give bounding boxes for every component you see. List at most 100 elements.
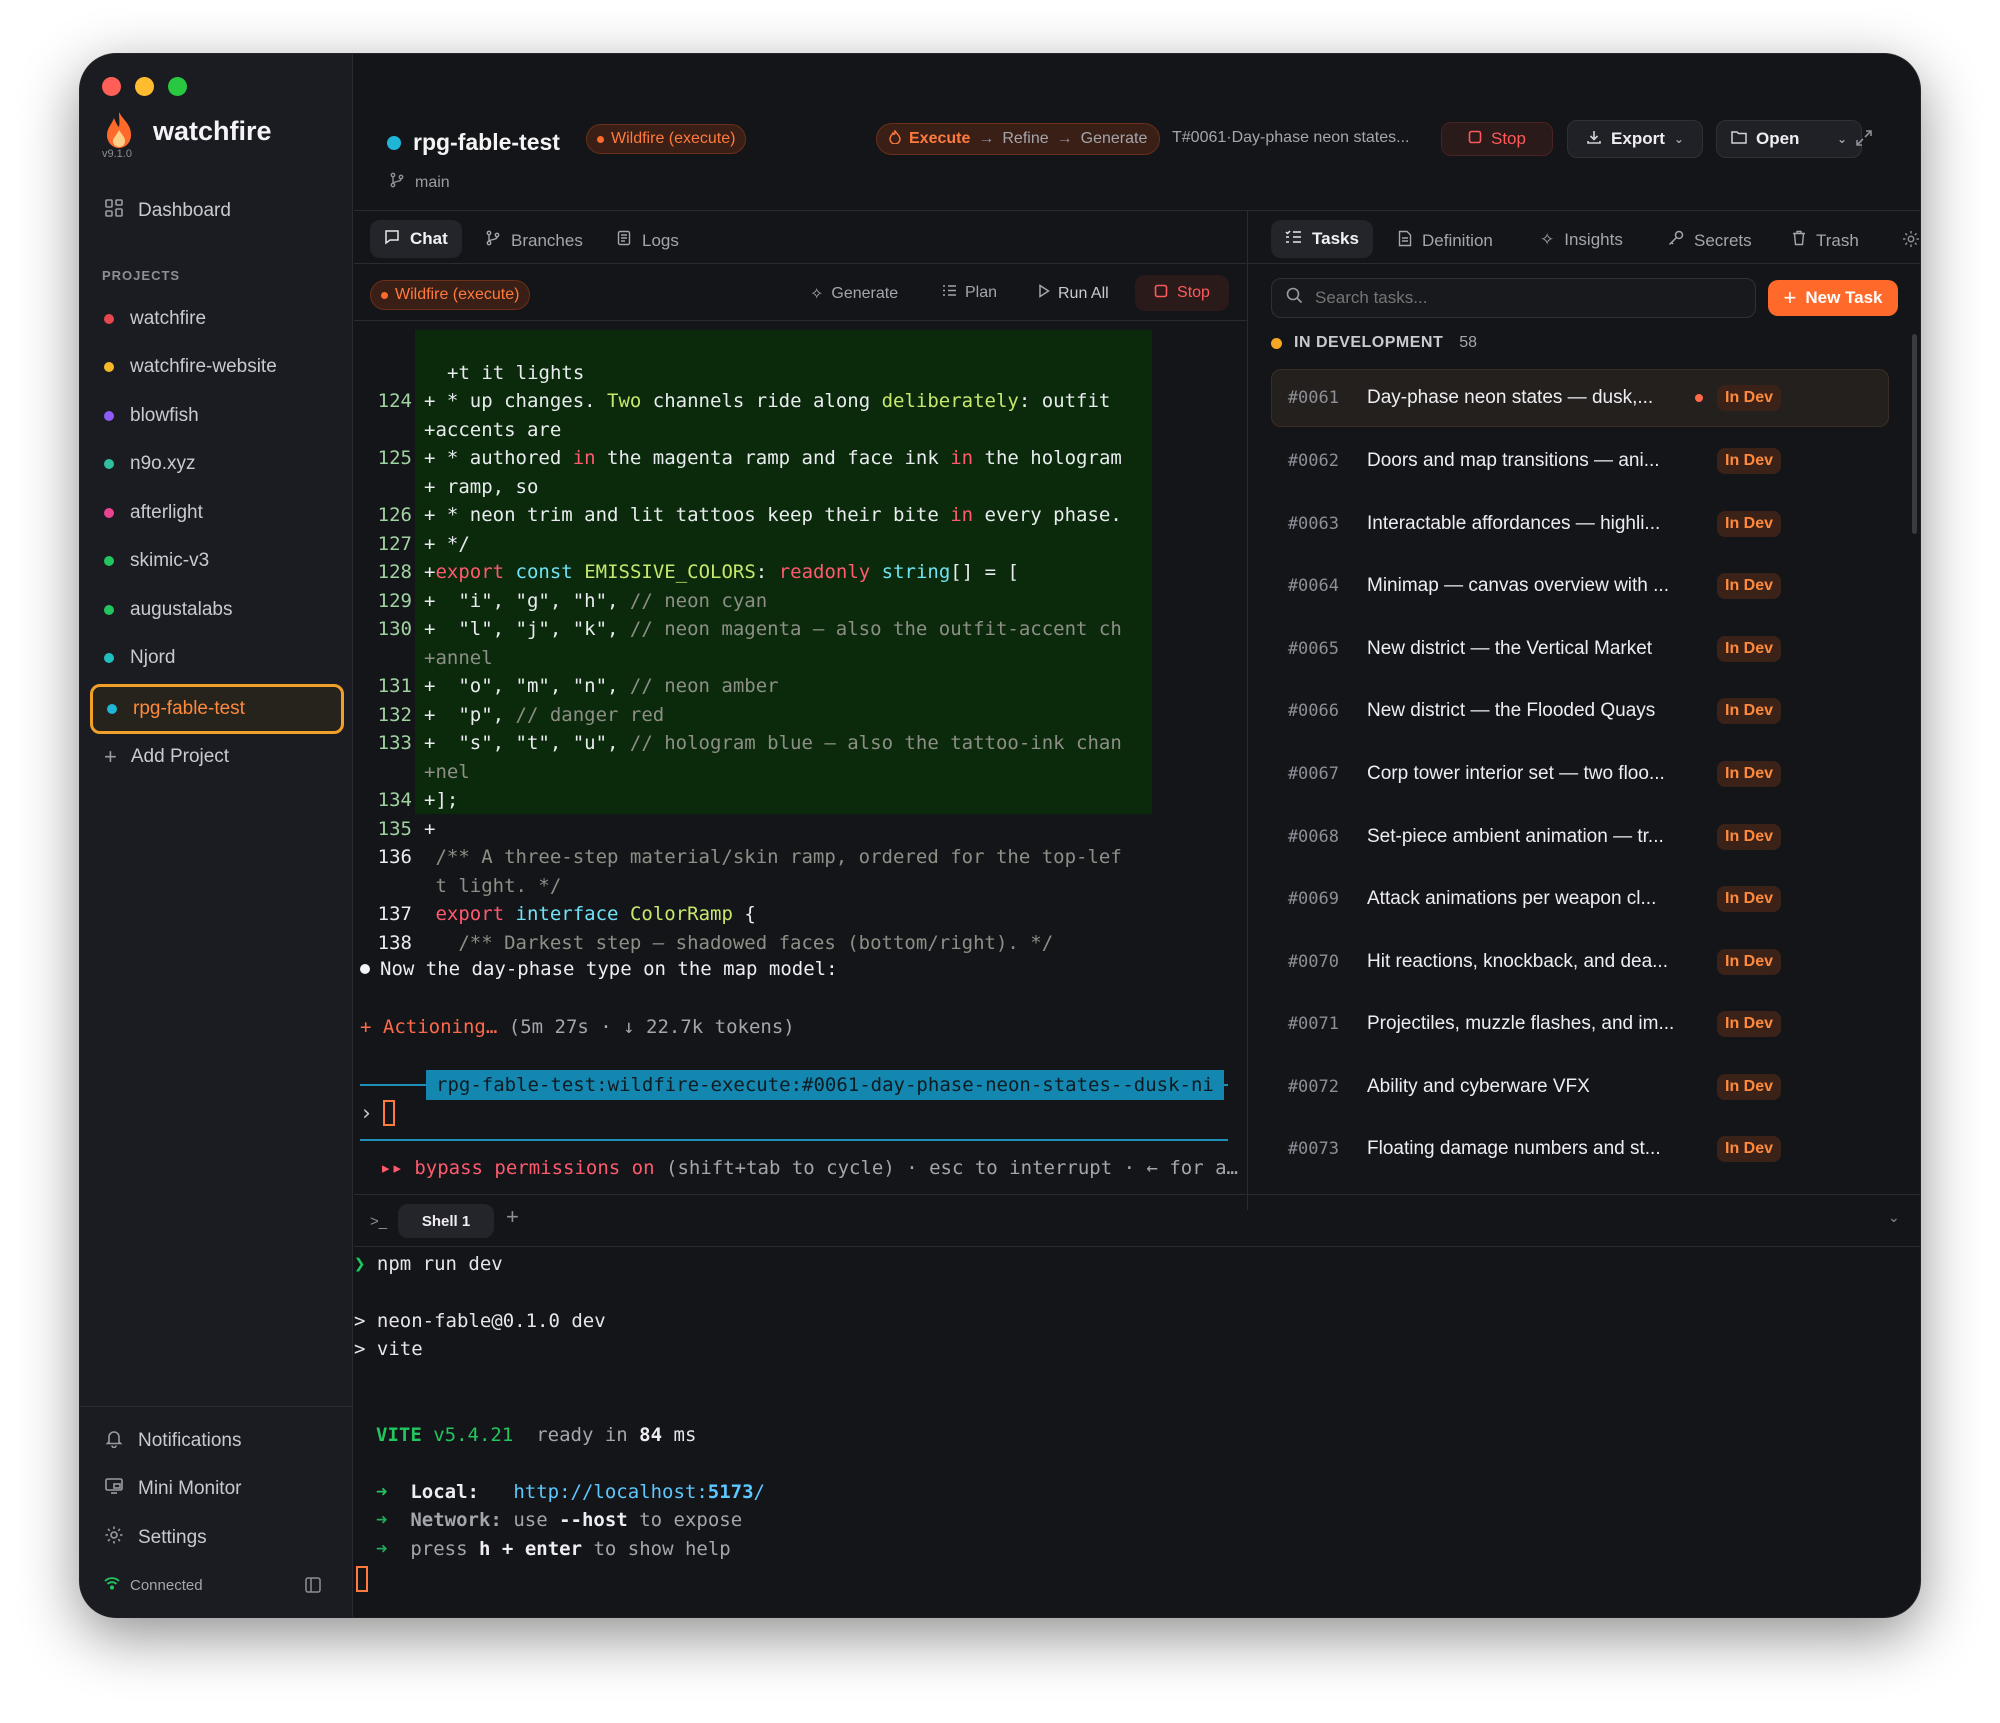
task-list-icon [1285, 229, 1302, 249]
new-task-button[interactable]: + New Task [1768, 280, 1898, 316]
permissions-hint: ▸▸ bypass permissions on (shift+tab to c… [380, 1157, 1238, 1179]
status-badge: In Dev [1717, 636, 1782, 662]
session-label: rpg-fable-test:wildfire-execute:#0061-da… [426, 1070, 1224, 1100]
task-id: #0069 [1287, 889, 1339, 909]
plan-label: Plan [965, 284, 998, 301]
search-tasks[interactable] [1271, 278, 1756, 318]
stop-button[interactable]: Stop [1441, 122, 1553, 156]
step-generate[interactable]: Generate [1081, 130, 1148, 148]
sidebar-item-settings[interactable]: Settings [104, 1525, 207, 1550]
sidebar-item-notifications[interactable]: Notifications [104, 1428, 242, 1453]
search-icon [1286, 287, 1303, 309]
sidebar-project-afterlight[interactable]: afterlight [104, 502, 203, 524]
sidebar-project-rpg-fable-test[interactable]: rpg-fable-test [90, 684, 344, 734]
task-row[interactable]: #0073 Floating damage numbers and st... … [1271, 1120, 1887, 1178]
code-line: 130 + "l", "j", "k", // neon magenta — al… [377, 618, 1122, 640]
search-input[interactable] [1315, 288, 1715, 308]
tab-branches[interactable]: Branches [485, 230, 583, 251]
sidebar-project-blowfish[interactable]: blowfish [104, 405, 199, 427]
task-row[interactable]: #0070 Hit reactions, knockback, and dea.… [1271, 933, 1887, 991]
task-row[interactable]: #0061 Day-phase neon states — dusk,... I… [1271, 369, 1887, 427]
download-icon [1586, 129, 1602, 150]
add-project-button[interactable]: + Add Project [104, 744, 229, 770]
tab-definition[interactable]: Definition [1398, 230, 1493, 252]
tab-shell-1[interactable]: Shell 1 [398, 1204, 494, 1238]
sidebar-project-njord[interactable]: Njord [104, 647, 175, 669]
local-url-line: ➜ Local: http://localhost:5173/ [376, 1478, 765, 1507]
task-list-scrollbar[interactable] [1912, 334, 1917, 534]
task-id: #0065 [1287, 639, 1339, 659]
task-row[interactable]: #0065 New district — the Vertical Market… [1271, 620, 1887, 678]
tab-secrets[interactable]: Secrets [1668, 230, 1752, 251]
stop-icon [1468, 129, 1482, 149]
tab-label: Secrets [1694, 230, 1752, 250]
tab-trash[interactable]: Trash [1792, 230, 1859, 251]
mode-badge-label: Wildfire (execute) [395, 286, 520, 303]
project-color-dot [104, 653, 114, 663]
tab-label: Definition [1422, 231, 1493, 250]
sidebar-item-mini-monitor[interactable]: Mini Monitor [104, 1476, 241, 1501]
pipeline-steps: Execute → Refine → Generate [876, 123, 1161, 155]
chevron-down-icon[interactable]: ⌄ [1888, 1209, 1900, 1226]
task-row[interactable]: #0062 Doors and map transitions — ani...… [1271, 432, 1887, 490]
sidebar: watchfire v9.1.0 Dashboard PROJECTS watc… [80, 54, 353, 1617]
zoom-window-button[interactable] [168, 77, 187, 96]
branch-indicator: main [389, 172, 450, 193]
status-dot [1271, 337, 1282, 349]
prompt-input[interactable]: › [360, 1100, 395, 1126]
sidebar-item-dashboard[interactable]: Dashboard [104, 198, 231, 223]
help-line: ➜ press h + enter to show help [376, 1538, 731, 1560]
sidebar-project-watchfire-website[interactable]: watchfire-website [104, 356, 277, 378]
task-id: #0068 [1287, 827, 1339, 847]
task-row[interactable]: #0063 Interactable affordances — highli.… [1271, 495, 1887, 553]
task-row[interactable]: #0064 Minimap — canvas overview with ...… [1271, 557, 1887, 615]
code-line: 131 + "o", "m", "n", // neon amber [377, 675, 779, 697]
chat-stop-button[interactable]: Stop [1135, 275, 1229, 311]
project-title: rpg-fable-test [413, 129, 560, 155]
task-row[interactable]: #0067 Corp tower interior set — two floo… [1271, 745, 1887, 803]
sidebar-project-skimic[interactable]: skimic-v3 [104, 550, 209, 572]
expand-icon[interactable] [1854, 128, 1874, 153]
run-all-button[interactable]: Run All [1038, 284, 1109, 303]
task-row[interactable]: #0069 Attack animations per weapon cl...… [1271, 870, 1887, 928]
settings-gear-icon[interactable] [1902, 230, 1920, 253]
project-label: skimic-v3 [130, 550, 210, 571]
folder-icon [1731, 129, 1747, 149]
plan-button[interactable]: Plan [942, 284, 997, 302]
task-row[interactable]: #0072 Ability and cyberware VFX In Dev [1271, 1058, 1887, 1116]
tab-chat[interactable]: Chat [370, 220, 462, 258]
task-id: #0064 [1287, 576, 1339, 596]
active-indicator-dot [1695, 394, 1703, 402]
task-row[interactable]: #0071 Projectiles, muzzle flashes, and i… [1271, 995, 1887, 1053]
sidebar-project-watchfire[interactable]: watchfire [104, 308, 206, 330]
project-color-dot [387, 135, 401, 150]
local-url[interactable]: http://localhost:5173/ [513, 1481, 765, 1503]
add-shell-plus-icon[interactable]: + [506, 1204, 519, 1230]
task-row[interactable]: #0066 New district — the Flooded Quays I… [1271, 682, 1887, 740]
project-color-dot [104, 411, 114, 421]
local-label: Local: [410, 1481, 479, 1503]
terminal-cursor[interactable] [356, 1566, 368, 1592]
export-button[interactable]: Export ⌄ [1567, 120, 1703, 158]
toggle-sidebar-icon[interactable] [304, 1576, 322, 1599]
sidebar-project-augustalabs[interactable]: augustalabs [104, 599, 232, 621]
code-line: 132 + "p", // danger red [377, 703, 665, 726]
code-line: 129 + "i", "g", "h", // neon cyan [377, 589, 768, 612]
close-window-button[interactable] [102, 77, 121, 96]
sidebar-project-n9o[interactable]: n9o.xyz [104, 453, 195, 475]
current-task-ref: T#0061·Day-phase neon states... [1172, 129, 1410, 146]
terminal-tabs-divider [354, 1246, 1920, 1247]
task-row[interactable]: #0068 Set-piece ambient animation — tr..… [1271, 808, 1887, 866]
tab-tasks[interactable]: Tasks [1271, 220, 1373, 258]
tab-logs[interactable]: Logs [616, 230, 679, 251]
trash-icon [1792, 230, 1806, 251]
stop-icon [1154, 284, 1168, 303]
step-refine[interactable]: Refine [1002, 130, 1048, 148]
open-button[interactable]: Open ⌄ [1716, 120, 1862, 158]
tab-insights[interactable]: ✧ Insights [1540, 230, 1623, 250]
status-badge: In Dev [1717, 886, 1782, 912]
step-execute[interactable]: Execute [909, 130, 970, 148]
minimize-window-button[interactable] [135, 77, 154, 96]
generate-button[interactable]: ✧ Generate [810, 284, 898, 304]
task-title: New district — the Vertical Market [1367, 638, 1653, 659]
